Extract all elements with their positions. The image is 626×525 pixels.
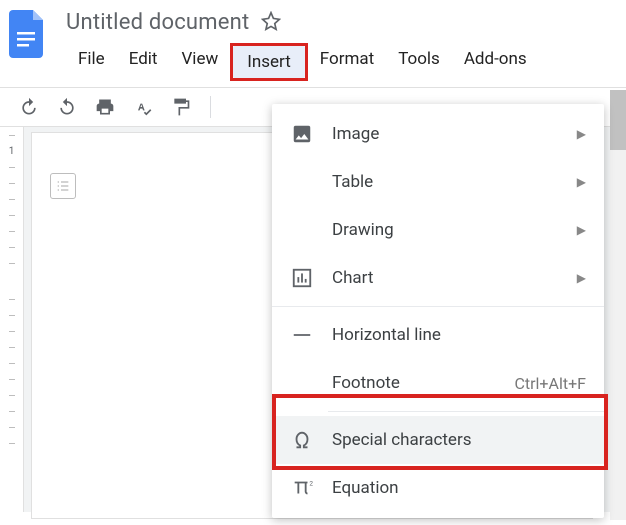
scrollbar[interactable] (610, 90, 626, 520)
highlight-insert: Insert (230, 43, 308, 81)
dropdown-label: Image (332, 124, 559, 144)
dropdown-label: Equation (332, 478, 586, 498)
chevron-right-icon: ▶ (577, 271, 586, 285)
menu-file[interactable]: File (66, 43, 117, 81)
scroll-thumb[interactable] (610, 90, 626, 150)
vertical-ruler: 1 (0, 127, 24, 512)
dropdown-separator (272, 306, 604, 307)
chevron-right-icon: ▶ (577, 127, 586, 141)
dropdown-item-image[interactable]: Image ▶ (272, 110, 604, 158)
menu-format[interactable]: Format (308, 43, 386, 81)
outline-icon[interactable] (50, 173, 76, 199)
svg-text:2: 2 (309, 479, 313, 487)
dropdown-item-equation[interactable]: 2 Equation (272, 464, 604, 512)
menu-tools[interactable]: Tools (386, 43, 452, 81)
pi-icon: 2 (290, 476, 314, 500)
dropdown-label: Horizontal line (332, 325, 586, 345)
redo-icon[interactable] (56, 96, 78, 118)
spellcheck-icon[interactable] (132, 96, 154, 118)
menu-addons[interactable]: Add-ons (452, 43, 539, 81)
menu-edit[interactable]: Edit (117, 43, 170, 81)
document-title[interactable]: Untitled document (66, 10, 249, 35)
dropdown-label: Chart (332, 268, 559, 288)
omega-icon (290, 428, 314, 452)
toolbar-divider (210, 96, 211, 118)
chevron-right-icon: ▶ (577, 223, 586, 237)
dropdown-shortcut: Ctrl+Alt+F (514, 374, 586, 393)
dropdown-item-special-characters[interactable]: Special characters (272, 416, 604, 464)
star-icon[interactable] (261, 11, 281, 35)
dropdown-item-footnote[interactable]: Footnote Ctrl+Alt+F (272, 359, 604, 407)
chevron-right-icon: ▶ (577, 175, 586, 189)
undo-icon[interactable] (18, 96, 40, 118)
dropdown-item-drawing[interactable]: Drawing ▶ (272, 206, 604, 254)
dropdown-item-horizontal-line[interactable]: Horizontal line (272, 311, 604, 359)
hline-icon (290, 323, 314, 347)
dropdown-item-chart[interactable]: Chart ▶ (272, 254, 604, 302)
docs-logo[interactable] (8, 8, 48, 60)
dropdown-label: Drawing (332, 220, 559, 240)
image-icon (290, 122, 314, 146)
menu-view[interactable]: View (169, 43, 230, 81)
dropdown-label: Special characters (332, 430, 586, 450)
menubar: File Edit View Insert Format Tools Add-o… (66, 43, 539, 81)
dropdown-label: Table (332, 172, 559, 192)
insert-dropdown: Image ▶ Table ▶ Drawing ▶ Chart ▶ Horizo… (272, 104, 604, 518)
menu-insert[interactable]: Insert (233, 46, 305, 78)
chart-icon (290, 266, 314, 290)
dropdown-separator (328, 411, 604, 412)
dropdown-label: Footnote (332, 373, 496, 393)
paint-format-icon[interactable] (170, 96, 192, 118)
dropdown-item-table[interactable]: Table ▶ (272, 158, 604, 206)
print-icon[interactable] (94, 96, 116, 118)
